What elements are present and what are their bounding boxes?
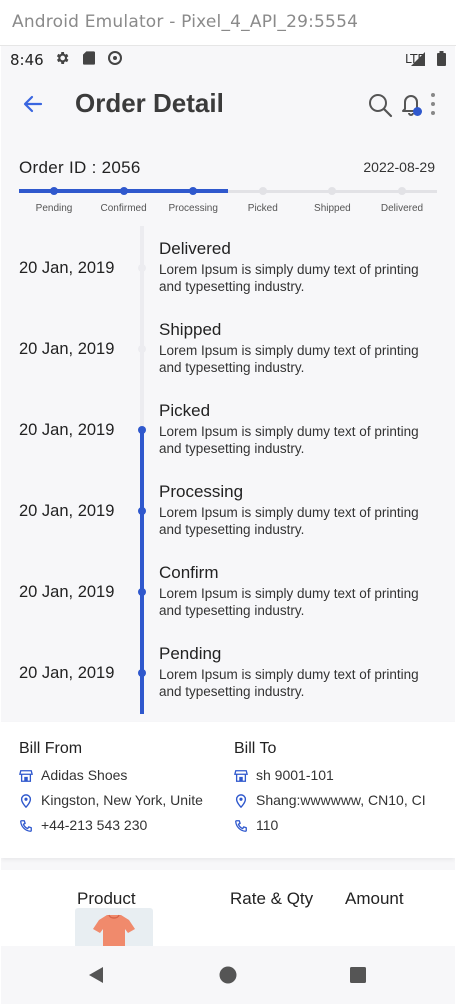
timeline-item: 20 Jan, 2019 Processing Lorem Ipsum is sim… xyxy=(1,469,455,550)
app-bar: Order Detail xyxy=(1,73,455,137)
timeline-bullet xyxy=(138,345,146,353)
bill-from-name: Adidas Shoes xyxy=(41,767,128,783)
bill-to-name: sh 9001-101 xyxy=(256,767,334,783)
progress-node-shipped xyxy=(328,187,337,195)
sd-card-icon xyxy=(83,51,95,65)
progress-node-processing xyxy=(189,187,198,195)
timeline-bullet xyxy=(138,426,146,434)
sync-icon xyxy=(108,51,122,65)
phone-icon xyxy=(235,820,247,832)
emulator-title: Android Emulator - Pixel_4_API_29:5554 xyxy=(12,12,359,32)
timeline-status: Delivered xyxy=(159,239,231,258)
timeline-date: 20 Jan, 2019 xyxy=(19,583,115,601)
timeline-status: Processing xyxy=(159,482,244,501)
order-progress-stepper: Pending Confirmed Processing Picked Shipped D… xyxy=(19,182,437,218)
timeline-bullet xyxy=(138,588,146,596)
tshirt-icon xyxy=(93,914,135,950)
timeline-date: 20 Jan, 2019 xyxy=(19,340,115,358)
bill-to-heading: Bill To xyxy=(234,740,277,757)
timeline-date: 20 Jan, 2019 xyxy=(19,664,115,682)
emulator-title-bar: Android Emulator - Pixel_4_API_29:5554 xyxy=(0,0,456,46)
bill-from-address: Kingston, New York, Unite xyxy=(41,792,203,808)
status-time: 8:46 xyxy=(10,51,44,69)
progress-label-pending: Pending xyxy=(35,203,73,214)
search-icon[interactable] xyxy=(367,92,393,118)
progress-label-confirmed: Confirmed xyxy=(100,203,147,214)
store-icon xyxy=(19,770,33,782)
location-pin-icon xyxy=(20,794,32,808)
timeline-item: 20 Jan, 2019 Delivered Lorem Ipsum is simp… xyxy=(1,226,455,307)
timeline-item: 20 Jan, 2019 Confirm Lorem Ipsum is simply… xyxy=(1,550,455,631)
more-vert-icon[interactable] xyxy=(429,93,437,119)
system-nav-bar xyxy=(1,946,455,1004)
bill-to-phone: 110 xyxy=(256,817,279,833)
timeline-description: Lorem Ipsum is simply dumy text of print… xyxy=(159,505,419,537)
bill-from-address-row: Kingston, New York, Unite xyxy=(19,791,229,816)
bill-to-address-row: Shang:wwwwww, CN10, CI xyxy=(234,791,449,816)
nav-recents-icon[interactable] xyxy=(349,966,367,984)
progress-label-picked: Picked xyxy=(247,203,278,214)
billing-card: Bill From Adidas Shoes Kingston, New Yor… xyxy=(1,722,455,858)
timeline-status: Pending xyxy=(159,644,222,663)
bill-to-name-row: sh 9001-101 xyxy=(234,766,449,791)
timeline-bullet xyxy=(138,264,146,272)
column-header-rate-qty: Rate & Qty xyxy=(230,889,314,908)
progress-node-confirmed xyxy=(119,187,128,195)
bill-from-name-row: Adidas Shoes xyxy=(19,766,229,791)
order-id: Order ID : 2056 xyxy=(19,158,141,177)
progress-node-picked xyxy=(258,187,267,195)
timeline-status: Confirm xyxy=(159,563,219,582)
timeline-description: Lorem Ipsum is simply dumy text of print… xyxy=(159,667,419,699)
bill-to-address: Shang:wwwwww, CN10, CI xyxy=(256,792,426,808)
timeline-date: 20 Jan, 2019 xyxy=(19,421,115,439)
bill-to: Bill To sh 9001-101 Shang:wwwwww, CN10, … xyxy=(234,740,449,841)
timeline-bullet xyxy=(138,507,146,515)
product-table: Product Rate & Qty Amount xyxy=(1,870,455,950)
device-screen: 8:46 LTE Order Detail Order ID : 2056 20… xyxy=(1,46,455,1004)
order-date: 2022-08-29 xyxy=(363,159,435,175)
progress-label-delivered: Delivered xyxy=(380,203,424,214)
timeline-description: Lorem Ipsum is simply dumy text of print… xyxy=(159,424,419,456)
product-thumbnail[interactable] xyxy=(75,908,153,950)
back-arrow-icon[interactable] xyxy=(21,92,45,116)
phone-icon xyxy=(20,820,32,832)
bill-from-phone-row: +44-213 543 230 xyxy=(19,816,229,841)
progress-label-shipped: Shipped xyxy=(314,203,351,214)
timeline-description: Lorem Ipsum is simply dumy text of print… xyxy=(159,262,419,294)
location-pin-icon xyxy=(235,794,247,808)
timeline-description: Lorem Ipsum is simply dumy text of print… xyxy=(159,586,419,618)
column-header-amount: Amount xyxy=(345,889,404,908)
battery-icon xyxy=(437,51,446,66)
timeline-date: 20 Jan, 2019 xyxy=(19,502,115,520)
progress-label-processing: Processing xyxy=(168,203,218,214)
timeline-bullet xyxy=(138,669,146,677)
timeline-status: Shipped xyxy=(159,320,222,339)
bill-from: Bill From Adidas Shoes Kingston, New Yor… xyxy=(19,740,229,841)
timeline-item: 20 Jan, 2019 Picked Lorem Ipsum is simply … xyxy=(1,388,455,469)
timeline-description: Lorem Ipsum is simply dumy text of print… xyxy=(159,343,419,375)
bill-to-phone-row: 110 xyxy=(234,816,449,841)
timeline-item: 20 Jan, 2019 Shipped Lorem Ipsum is simply… xyxy=(1,307,455,388)
order-timeline: 20 Jan, 2019 Delivered Lorem Ipsum is simp… xyxy=(1,226,455,714)
status-bar: 8:46 LTE xyxy=(1,46,455,73)
nav-back-icon[interactable] xyxy=(87,966,105,984)
timeline-status: Picked xyxy=(159,401,211,420)
timeline-item: 20 Jan, 2019 Pending Lorem Ipsum is simply… xyxy=(1,631,455,712)
store-icon xyxy=(234,770,248,782)
bill-from-heading: Bill From xyxy=(19,740,83,757)
progress-node-pending xyxy=(50,187,58,195)
timeline-date: 20 Jan, 2019 xyxy=(19,259,115,277)
notification-dot xyxy=(413,107,422,116)
settings-icon xyxy=(56,52,69,64)
page-title: Order Detail xyxy=(75,88,224,118)
bill-from-phone: +44-213 543 230 xyxy=(41,817,148,833)
progress-node-delivered xyxy=(398,187,406,195)
nav-home-icon[interactable] xyxy=(219,966,237,984)
signal-icon xyxy=(411,52,425,66)
column-header-product: Product xyxy=(77,889,136,908)
